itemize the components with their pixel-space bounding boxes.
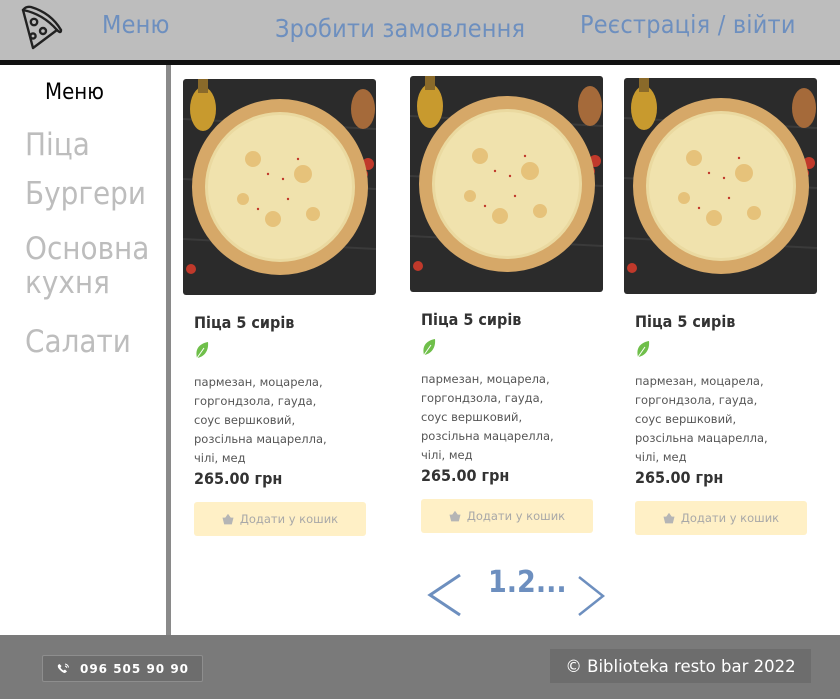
sidebar-item-pizza[interactable]: Піца (25, 128, 90, 162)
basket-icon (449, 510, 461, 521)
leaf-icon (196, 342, 209, 359)
sidebar-item-salads[interactable]: Салати (25, 325, 131, 359)
nav-menu[interactable]: Меню (102, 10, 170, 39)
product-description: пармезан, моцарела, горгондзола, гауда, … (194, 375, 327, 465)
product-image[interactable] (624, 78, 817, 294)
add-to-cart-label: Додати у кошик (239, 512, 339, 526)
copyright: © Biblioteka resto bar 2022 (550, 649, 811, 683)
product-image[interactable] (410, 76, 603, 292)
pagination-pages[interactable]: 1.2... (488, 565, 567, 600)
product-name[interactable]: Піца 5 сирів (194, 313, 294, 332)
phone-icon (57, 663, 69, 673)
leaf-icon (423, 339, 436, 356)
product-image[interactable] (183, 79, 376, 295)
basket-icon (663, 512, 675, 523)
product-name[interactable]: Піца 5 сирів (635, 312, 735, 331)
nav-make-order[interactable]: Зробити замовлення (275, 14, 525, 43)
add-to-cart-button[interactable]: Додати у кошик (421, 499, 593, 533)
product-price: 265.00 грн (635, 468, 724, 487)
product-card: Піца 5 сирів пармезан, моцарела, горгонд… (624, 78, 820, 538)
sidebar-divider (166, 65, 171, 635)
product-description: пармезан, моцарела, горгондзола, гауда, … (635, 374, 768, 464)
product-card: Піца 5 сирів пармезан, моцарела, горгонд… (410, 76, 606, 536)
chevron-left-icon[interactable] (426, 573, 464, 617)
add-to-cart-button[interactable]: Додати у кошик (635, 501, 807, 535)
leaf-icon (637, 341, 650, 358)
sidebar-item-burgers[interactable]: Бургери (25, 177, 146, 211)
add-to-cart-button[interactable]: Додати у кошик (194, 502, 366, 536)
add-to-cart-label: Додати у кошик (680, 511, 780, 525)
chevron-right-icon[interactable] (576, 575, 606, 617)
sidebar-item-main-dishes[interactable]: Основна кухня (25, 232, 149, 300)
basket-icon (222, 513, 234, 524)
phone-number: 096 505 90 90 (79, 661, 190, 676)
pizza-slice-icon[interactable] (17, 4, 63, 52)
sidebar-title: Меню (45, 80, 104, 105)
product-price: 265.00 грн (421, 466, 510, 485)
product-card: Піца 5 сирів пармезан, моцарела, горгонд… (183, 79, 379, 539)
add-to-cart-label: Додати у кошик (466, 509, 566, 523)
product-description: пармезан, моцарела, горгондзола, гауда, … (421, 372, 554, 462)
phone-button[interactable]: 096 505 90 90 (42, 655, 203, 682)
nav-register-login[interactable]: Реєстрація / війти (580, 10, 796, 39)
product-name[interactable]: Піца 5 сирів (421, 310, 521, 329)
product-price: 265.00 грн (194, 469, 283, 488)
